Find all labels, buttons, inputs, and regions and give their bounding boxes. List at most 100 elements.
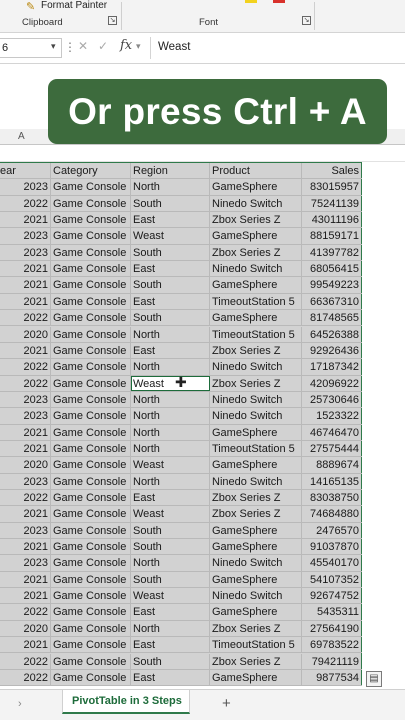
year-cell[interactable]: 2021: [0, 588, 51, 604]
region-cell[interactable]: South: [131, 653, 210, 669]
font-dialog-launcher-icon[interactable]: ↘: [302, 16, 311, 25]
product-cell[interactable]: Ninedo Switch: [210, 473, 302, 489]
product-cell[interactable]: Zbox Series Z: [210, 342, 302, 359]
region-cell[interactable]: North: [131, 424, 210, 440]
table-row[interactable]: 2021 Game Console South GameSphere 91037870: [0, 539, 362, 556]
enter-check-icon[interactable]: ✓: [98, 39, 108, 53]
category-cell[interactable]: Game Console: [51, 637, 131, 653]
year-cell[interactable]: 2022: [0, 653, 51, 669]
year-cell[interactable]: 2023: [0, 408, 51, 424]
category-cell[interactable]: Game Console: [51, 571, 131, 588]
region-cell[interactable]: North: [131, 440, 210, 457]
table-row[interactable]: 2023 Game Console North Ninedo Switch 141651…: [0, 473, 362, 490]
font-color-swatch[interactable]: [273, 0, 285, 3]
table-row[interactable]: 2022 Game Console East GameSphere 5435311: [0, 604, 362, 621]
region-cell[interactable]: East: [131, 637, 210, 653]
region-cell[interactable]: South: [131, 310, 210, 326]
sheet-tab-pivottable[interactable]: PivotTable in 3 Steps: [62, 690, 190, 714]
blank-row[interactable]: [0, 145, 405, 162]
category-cell[interactable]: Game Console: [51, 539, 131, 555]
table-row[interactable]: 2023 Game Console North Ninedo Switch 257306…: [0, 391, 362, 409]
table-row[interactable]: 2021 Game Console East Ninedo Switch 6805641…: [0, 261, 362, 278]
cancel-icon[interactable]: ✕: [78, 39, 88, 53]
table-row[interactable]: 2021 Game Console Weast Ninedo Switch 926747…: [0, 588, 362, 605]
sales-cell[interactable]: 66367310: [302, 294, 361, 309]
sales-cell[interactable]: 74684880: [302, 506, 361, 521]
table-row[interactable]: 2021 Game Console East TimeoutStation 5 6636…: [0, 293, 362, 311]
product-cell[interactable]: Zbox Series Z: [210, 212, 302, 228]
product-cell[interactable]: Ninedo Switch: [210, 359, 302, 375]
sales-cell[interactable]: 27575444: [302, 441, 361, 456]
category-cell[interactable]: Game Console: [51, 228, 131, 244]
category-cell[interactable]: Game Console: [51, 391, 131, 408]
region-cell[interactable]: Weast: [131, 228, 210, 244]
year-cell[interactable]: 2023: [0, 473, 51, 489]
region-cell[interactable]: South: [131, 539, 210, 555]
clipboard-dialog-launcher-icon[interactable]: ↘: [108, 16, 117, 25]
table-row[interactable]: 2021 Game Console East Zbox Series Z 9292643…: [0, 342, 362, 360]
sales-cell[interactable]: 8889674: [302, 457, 361, 472]
product-cell[interactable]: TimeoutStation 5: [210, 440, 302, 457]
category-cell[interactable]: Game Console: [51, 620, 131, 637]
product-cell[interactable]: GameSphere: [210, 669, 302, 686]
region-cell[interactable]: Weast: [131, 457, 210, 473]
year-cell[interactable]: 2021: [0, 212, 51, 228]
product-cell[interactable]: GameSphere: [210, 457, 302, 473]
category-cell[interactable]: Game Console: [51, 261, 131, 277]
category-cell[interactable]: Game Console: [51, 244, 131, 261]
sales-cell[interactable]: 14165135: [302, 474, 361, 489]
quick-analysis-icon[interactable]: ▤: [366, 671, 382, 687]
year-cell[interactable]: 2023: [0, 244, 51, 261]
category-cell[interactable]: Game Console: [51, 506, 131, 522]
product-cell[interactable]: Zbox Series Z: [210, 244, 302, 261]
sales-cell[interactable]: 83038750: [302, 490, 361, 505]
category-cell[interactable]: Game Console: [51, 604, 131, 620]
year-cell[interactable]: 2022: [0, 359, 51, 375]
sales-cell[interactable]: 41397782: [302, 245, 361, 260]
category-cell[interactable]: Game Console: [51, 440, 131, 457]
formula-input[interactable]: Weast: [158, 41, 190, 53]
product-cell[interactable]: Zbox Series Z: [210, 375, 302, 391]
table-row[interactable]: 2020 Game Console North TimeoutStation 5 645…: [0, 326, 362, 343]
category-cell[interactable]: Game Console: [51, 277, 131, 293]
year-cell[interactable]: 2021: [0, 342, 51, 359]
sales-cell[interactable]: 83015957: [302, 179, 361, 194]
category-cell[interactable]: Game Console: [51, 473, 131, 489]
active-cell[interactable]: Weast: [131, 375, 210, 391]
chevron-down-icon[interactable]: ▾: [51, 41, 56, 52]
region-cell[interactable]: South: [131, 277, 210, 293]
year-cell[interactable]: 2023: [0, 555, 51, 571]
region-cell[interactable]: Weast: [131, 588, 210, 604]
category-cell[interactable]: Game Console: [51, 342, 131, 359]
category-cell[interactable]: Game Console: [51, 375, 131, 391]
year-cell[interactable]: 2021: [0, 506, 51, 522]
sheet-nav-next-icon[interactable]: ›: [18, 698, 22, 710]
sales-cell[interactable]: 88159171: [302, 228, 361, 243]
sales-cell[interactable]: 91037870: [302, 539, 361, 554]
format-painter-icon[interactable]: ✎: [26, 0, 35, 13]
year-cell[interactable]: 2021: [0, 440, 51, 457]
table-row[interactable]: 2023 Game Console South GameSphere 2476570: [0, 522, 362, 540]
year-cell[interactable]: 2021: [0, 277, 51, 293]
region-cell[interactable]: North: [131, 473, 210, 489]
format-painter-button[interactable]: Format Painter: [41, 0, 107, 11]
sales-cell[interactable]: 9877534: [302, 670, 361, 685]
sales-cell[interactable]: 1523322: [302, 408, 361, 423]
chevron-down-icon[interactable]: ▾: [136, 41, 141, 52]
category-cell[interactable]: Game Console: [51, 457, 131, 473]
product-cell[interactable]: Ninedo Switch: [210, 555, 302, 571]
year-cell[interactable]: 2022: [0, 604, 51, 620]
year-cell[interactable]: 2023: [0, 391, 51, 408]
sales-cell[interactable]: 46746470: [302, 425, 361, 440]
region-cell[interactable]: East: [131, 261, 210, 277]
year-cell[interactable]: 2020: [0, 326, 51, 342]
product-cell[interactable]: GameSphere: [210, 228, 302, 244]
sales-cell[interactable]: 25730646: [302, 392, 361, 407]
product-cell[interactable]: Zbox Series Z: [210, 506, 302, 522]
sales-cell[interactable]: 75241139: [302, 196, 361, 211]
year-cell[interactable]: 2022: [0, 669, 51, 686]
product-cell[interactable]: Ninedo Switch: [210, 588, 302, 604]
category-cell[interactable]: Game Console: [51, 522, 131, 539]
sales-cell[interactable]: 68056415: [302, 261, 361, 276]
sales-cell[interactable]: 45540170: [302, 555, 361, 570]
